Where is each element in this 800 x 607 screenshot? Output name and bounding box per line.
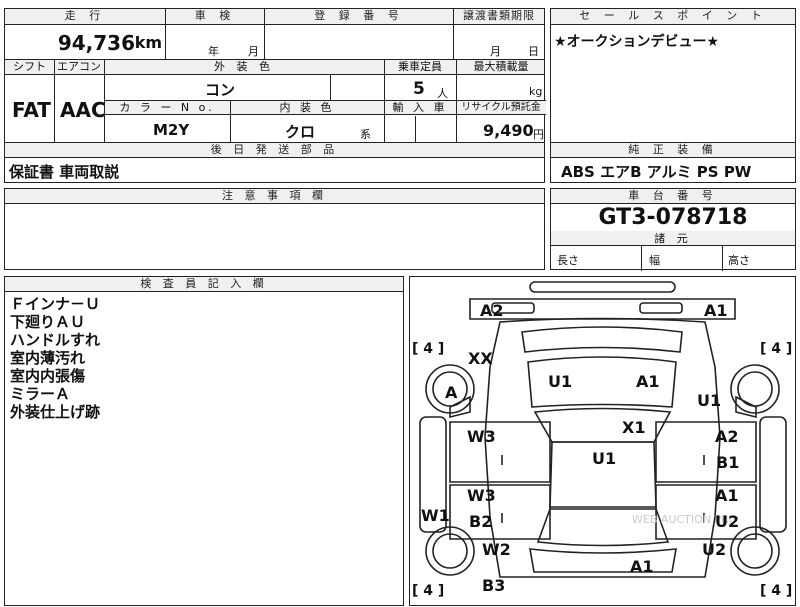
inspector-header: 検 査 員 記 入 欄 [5,277,403,292]
exterior-color-label: 外 装 色 [214,60,274,73]
damage-mark: U2 [715,512,740,531]
damage-mark: XX [468,349,493,368]
parts-value: 保証書 車両取説 [9,163,120,181]
transfer-day-unit: 日 [528,45,539,58]
inspector-line: 室内薄汚れ [10,349,86,367]
equipment-header: 純 正 装 備 [551,143,795,158]
damage-mark: U1 [697,391,722,410]
sales-point-header: セ ー ル ス ポ イ ン ト [551,9,795,25]
damage-mark: A [445,383,458,402]
mileage-value: 94,736 [57,31,135,55]
inspector-line: ミラーＡ [10,385,71,403]
damage-mark: W3 [467,486,496,505]
interior-suffix: 系 [360,128,371,141]
chassis-header: 車 台 番 号 [551,189,795,204]
shift-label: シフト [13,60,46,73]
inspector-line: Ｆインナ－Ｕ [10,295,101,313]
tire-left-top: [ 4 ] [412,341,445,357]
mileage-header: 走 行 [5,9,165,25]
sales-point-cell: セ ー ル ス ポ イ ン ト ★オークションデビュー★ [550,8,796,143]
recycle-value: 9,490 [483,121,534,140]
damage-mark: B3 [482,576,506,595]
parts-header: 後 日 発 送 部 品 [5,143,544,158]
damage-mark: W3 [467,427,496,446]
interior-color-value: クロ [285,123,316,141]
notes-header: 注 意 事 項 欄 [5,189,544,204]
damage-mark: A1 [715,486,739,505]
registration-cell: 登 録 番 号 [264,8,454,60]
aircon-label: エアコン [57,60,101,73]
damage-mark: W2 [482,540,511,559]
damage-mark: X1 [622,418,646,437]
inspector-line: 室内内張傷 [10,367,86,385]
import-label: 輸 入 車 [392,101,448,114]
parts-cell: 後 日 発 送 部 品 保証書 車両取説 [4,142,545,183]
dimension-height-label: 高さ [728,254,750,267]
inspector-line: 外装仕上げ跡 [10,403,101,421]
dimensions-header: 諸 元 [551,231,795,246]
inspector-notes: Ｆインナ－Ｕ 下廻りＡＵ ハンドルすれ 室内薄汚れ 室内内張傷 ミラーＡ 外装仕… [10,295,100,421]
dimension-length-label: 長さ [557,254,579,267]
damage-mark: U1 [592,449,617,468]
interior-color-label: 内 装 色 [279,101,335,114]
chassis-number: GT3-078718 [598,205,748,230]
damage-mark: W1 [421,506,450,525]
tire-right-bottom: [ 4 ] [760,583,793,599]
inspection-month-unit: 月 [248,45,259,58]
transfer-month-unit: 月 [490,45,501,58]
shift-value: FAT [12,98,51,122]
color-no-value: M2Y [153,121,190,139]
recycle-unit: 円 [533,128,544,141]
damage-mark: B2 [469,512,493,531]
color-no-label: カ ラ ー N o. [119,101,215,114]
dimension-width-label: 幅 [649,254,660,267]
inspector-line: ハンドルすれ [10,331,101,349]
inspector-line: 下廻りＡＵ [10,313,86,331]
chassis-cell: 車 台 番 号 GT3-078718 諸 元 長さ 幅 高さ [550,188,796,271]
transfer-cell: 譲渡書類期限 月 日 [453,8,545,60]
damage-mark: A2 [715,427,739,446]
capacity-unit: 人 [437,87,448,100]
aircon-value: AAC [60,98,106,122]
tire-left-bottom: [ 4 ] [412,583,445,599]
equipment-cell: 純 正 装 備 ABS エアB アルミ PS PW [550,142,796,183]
exterior-color-value: コン [205,81,236,99]
damage-mark: A1 [704,301,728,320]
damage-mark: U1 [548,372,573,391]
transfer-header: 譲渡書類期限 [454,9,544,25]
spec-grid: シフト エアコン 外 装 色 乗車定員 最大積載量 カ ラ ー N o. 内 装… [4,59,546,144]
mileage-cell: 走 行 94,736 km [4,8,166,60]
car-diagram: WEB AUCTION PRO [ 4 ] [ 4 ] [ 4 ] [ 4 ] … [409,276,796,606]
tire-right-top: [ 4 ] [760,341,793,357]
max-load-label: 最大積載量 [473,60,529,73]
inspection-header: 車 検 [166,9,264,25]
damage-mark: U2 [702,540,727,559]
inspector-cell: 検 査 員 記 入 欄 Ｆインナ－Ｕ 下廻りＡＵ ハンドルすれ 室内薄汚れ 室内… [4,276,404,606]
inspection-year-unit: 年 [208,45,219,58]
inspection-cell: 車 検 年 月 [165,8,265,60]
damage-mark: A2 [480,301,504,320]
notes-cell: 注 意 事 項 欄 [4,188,545,270]
sales-point-text: ★オークションデビュー★ [554,34,720,50]
load-unit: kg [529,85,543,98]
damage-mark: A1 [630,557,654,576]
registration-header: 登 録 番 号 [265,9,453,25]
damage-mark: A1 [636,372,660,391]
capacity-label: 乗車定員 [398,60,442,73]
equipment-value: ABS エアB アルミ PS PW [561,163,752,181]
damage-mark: B1 [716,453,740,472]
recycle-label: リサイクル預託金 [461,102,541,113]
mileage-unit: km [134,33,162,52]
capacity-value: 5 [413,79,425,99]
